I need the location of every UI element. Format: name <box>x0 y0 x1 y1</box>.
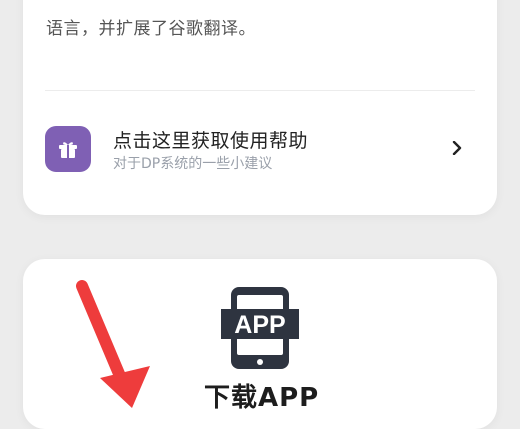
description-text: 语言，并扩展了谷歌翻译。 <box>46 19 256 39</box>
help-subtitle: 对于DP系统的一些小建议 <box>113 156 273 172</box>
app-icon-label: APP <box>234 311 285 339</box>
red-arrow-annotation <box>70 278 160 408</box>
divider <box>45 90 475 91</box>
description-card: 语言，并扩展了谷歌翻译。 点击这里获取使用帮助 对于DP系统的一些小建议 <box>23 0 497 215</box>
gift-icon <box>45 126 91 172</box>
chevron-right-icon <box>449 138 465 158</box>
help-title: 点击这里获取使用帮助 <box>113 130 309 152</box>
download-app-title: 下载APP <box>204 383 320 413</box>
app-phone-icon: APP <box>219 285 301 371</box>
help-link-row[interactable]: 点击这里获取使用帮助 对于DP系统的一些小建议 <box>45 126 475 174</box>
